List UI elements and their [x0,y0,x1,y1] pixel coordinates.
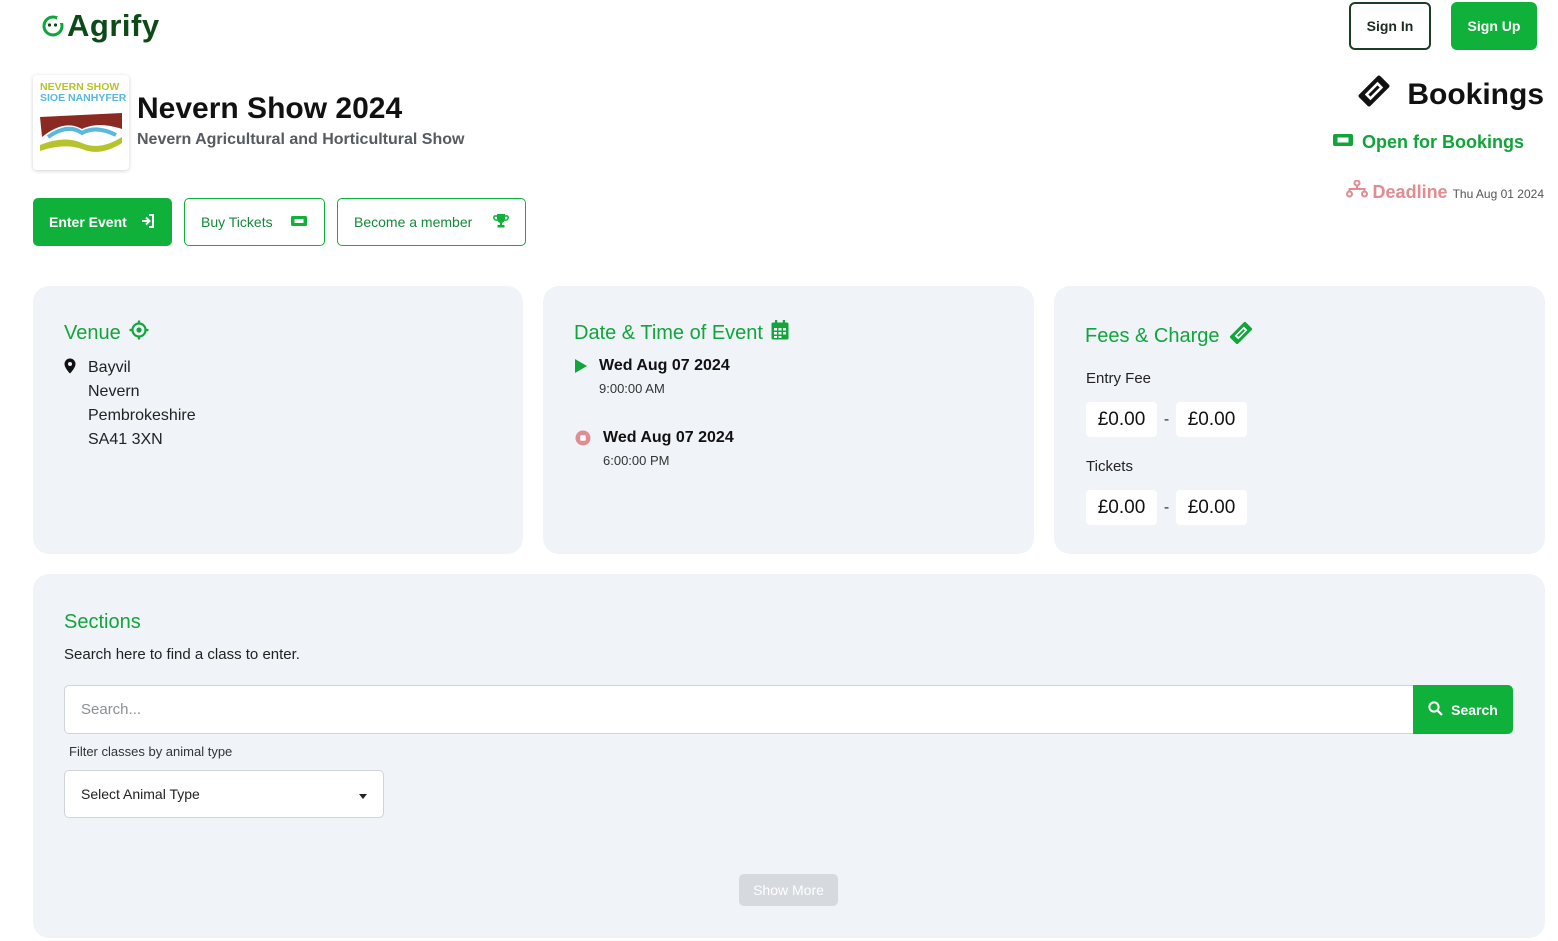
booking-deadline: Deadline Thu Aug 01 2024 [1345,179,1544,203]
tickets-min: £0.00 [1086,490,1157,525]
search-icon [1428,700,1443,719]
sign-up-button[interactable]: Sign Up [1451,2,1537,50]
sections-description: Search here to find a class to enter. [64,646,300,663]
end-time: 6:00:00 PM [603,453,670,468]
event-title: Nevern Show 2024 [137,92,403,125]
calendar-icon [771,320,789,346]
fees-heading: Fees & Charge [1085,320,1254,352]
ticket-diagonal-icon [1228,320,1254,352]
venue-line: SA41 3XN [88,431,163,448]
buy-tickets-button[interactable]: Buy Tickets [184,198,325,246]
venue-address: Bayvil Nevern Pembrokeshire SA41 3XN [88,356,196,452]
fees-title: Fees & Charge [1085,324,1220,347]
start-date: Wed Aug 07 2024 [599,357,730,374]
route-icon [1345,179,1368,203]
datetime-title: Date & Time of Event [574,321,763,344]
event-subtitle: Nevern Agricultural and Horticultural Sh… [137,131,465,148]
sections-panel: Sections Search here to find a class to … [33,574,1545,938]
horseshoe-logo-icon [41,14,65,38]
venue-line: Bayvil [88,359,131,376]
filter-label: Filter classes by animal type [69,744,233,759]
brand-name: Agrify [67,8,160,43]
enter-event-label: Enter Event [49,214,127,230]
become-member-label: Become a member [354,214,473,230]
animal-type-select-value: Select Animal Type [81,786,200,802]
bookings-title: Bookings [1407,78,1544,111]
deadline-label: Deadline [1372,182,1448,202]
search-button[interactable]: Search [1413,685,1513,734]
datetime-heading: Date & Time of Event [574,320,789,346]
crosshair-icon [129,320,149,346]
event-logo-art [40,113,122,152]
range-separator: - [1163,498,1170,516]
entry-fee-max: £0.00 [1176,402,1247,437]
venue-line: Nevern [88,383,140,400]
sections-title: Sections [64,611,141,633]
become-member-button[interactable]: Become a member [337,198,526,246]
event-logo-line2: SIOE NANHYFER [40,92,127,104]
ticket-icon [290,214,308,231]
search-input[interactable] [64,685,1413,734]
venue-title: Venue [64,321,121,344]
booking-status-text: Open for Bookings [1362,132,1524,152]
start-time: 9:00:00 AM [599,381,665,396]
ticket-icon [1332,132,1354,153]
caret-down-icon [359,786,367,802]
datetime-card: Date & Time of Event Wed Aug 07 2024 9:0… [543,286,1034,554]
brand-logo[interactable]: Agrify [41,8,160,44]
buy-tickets-label: Buy Tickets [201,214,273,230]
venue-line: Pembrokeshire [88,407,196,424]
map-pin-icon [64,358,76,379]
event-logo: NEVERN SHOW SIOE NANHYFER [33,75,129,170]
end-date: Wed Aug 07 2024 [603,429,734,446]
enter-event-button[interactable]: Enter Event [33,198,172,246]
play-icon [575,359,587,378]
fees-card: Fees & Charge Entry Fee £0.00 - £0.00 Ti… [1054,286,1545,554]
animal-type-select[interactable]: Select Animal Type [64,770,384,818]
venue-heading: Venue [64,320,149,346]
tickets-range: £0.00 - £0.00 [1086,490,1247,525]
stop-circle-icon [575,430,591,451]
entry-fee-range: £0.00 - £0.00 [1086,402,1247,437]
show-more-button[interactable]: Show More [739,874,838,906]
tickets-label: Tickets [1086,458,1133,475]
tickets-max: £0.00 [1176,490,1247,525]
sign-in-icon [140,213,156,232]
venue-card: Venue Bayvil Nevern Pembrokeshire SA41 3… [33,286,523,554]
entry-fee-min: £0.00 [1086,402,1157,437]
sign-in-button[interactable]: Sign In [1349,2,1431,50]
range-separator: - [1163,410,1170,428]
bookings-heading: Bookings [1355,72,1544,118]
trophy-icon [493,213,509,232]
booking-status: Open for Bookings [1332,132,1524,153]
ticket-diagonal-icon [1355,72,1393,118]
deadline-date: Thu Aug 01 2024 [1452,187,1544,201]
class-search: Search [64,685,1513,734]
search-button-label: Search [1451,701,1498,718]
entry-fee-label: Entry Fee [1086,370,1152,387]
